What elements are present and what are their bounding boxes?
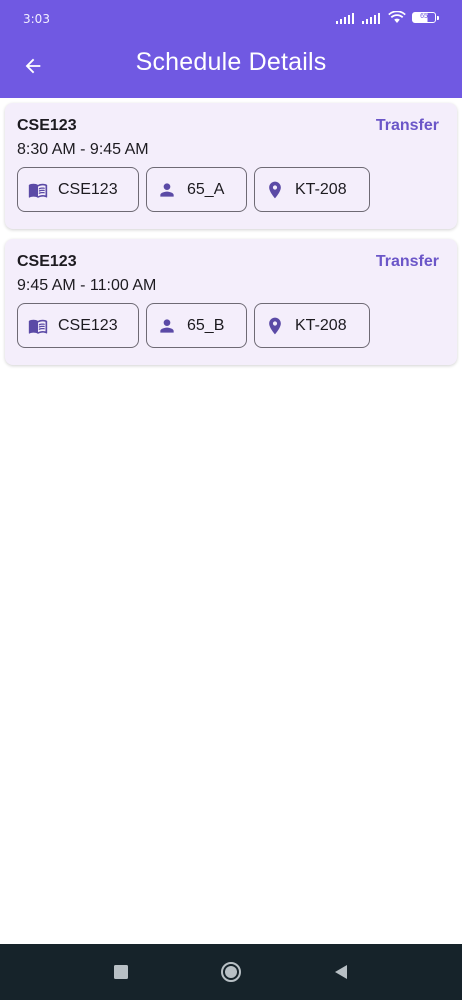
- course-chip[interactable]: CSE123: [17, 303, 139, 348]
- group-chip-label: 65_B: [187, 316, 225, 334]
- room-chip-label: KT-208: [295, 316, 347, 334]
- schedule-time: 8:30 AM - 9:45 AM: [17, 141, 149, 158]
- room-chip[interactable]: KT-208: [254, 303, 370, 348]
- course-chip[interactable]: CSE123: [17, 167, 139, 212]
- signal-icon: [336, 12, 354, 24]
- circle-icon: [221, 962, 241, 982]
- group-chip[interactable]: 65_B: [146, 303, 247, 348]
- chip-row: CSE123 65_B KT-208: [17, 303, 370, 348]
- recents-button[interactable]: [106, 957, 136, 987]
- location-pin-icon: [265, 316, 285, 336]
- transfer-button[interactable]: Transfer: [376, 253, 439, 271]
- group-chip-label: 65_A: [187, 180, 225, 198]
- course-code: CSE123: [17, 253, 77, 270]
- battery-icon: 65: [412, 12, 439, 23]
- location-pin-icon: [265, 180, 285, 200]
- status-time: 3:03: [23, 12, 50, 26]
- book-icon: [28, 180, 48, 200]
- course-chip-label: CSE123: [58, 316, 118, 334]
- system-back-button[interactable]: [326, 957, 356, 987]
- room-chip-label: KT-208: [295, 180, 347, 198]
- signal-icon-2: [362, 12, 380, 24]
- person-icon: [157, 180, 177, 200]
- wifi-icon: [388, 11, 406, 23]
- group-chip[interactable]: 65_A: [146, 167, 247, 212]
- room-chip[interactable]: KT-208: [254, 167, 370, 212]
- app-bar: 3:03 65 Schedule Details: [0, 0, 462, 98]
- schedule-list: CSE123 8:30 AM - 9:45 AM Transfer CSE123: [5, 103, 457, 375]
- book-icon: [28, 316, 48, 336]
- home-button[interactable]: [216, 957, 246, 987]
- triangle-left-icon: [335, 965, 347, 979]
- page-title: Schedule Details: [135, 48, 327, 76]
- schedule-card: CSE123 9:45 AM - 11:00 AM Transfer CSE12…: [5, 239, 457, 365]
- transfer-button[interactable]: Transfer: [376, 117, 439, 135]
- course-code: CSE123: [17, 117, 77, 134]
- system-nav-bar: [0, 944, 462, 1000]
- schedule-time: 9:45 AM - 11:00 AM: [17, 277, 157, 294]
- schedule-card: CSE123 8:30 AM - 9:45 AM Transfer CSE123: [5, 103, 457, 229]
- person-icon: [157, 316, 177, 336]
- square-icon: [114, 965, 128, 979]
- course-chip-label: CSE123: [58, 180, 118, 198]
- chip-row: CSE123 65_A KT-208: [17, 167, 370, 212]
- status-icons: 65: [336, 11, 439, 24]
